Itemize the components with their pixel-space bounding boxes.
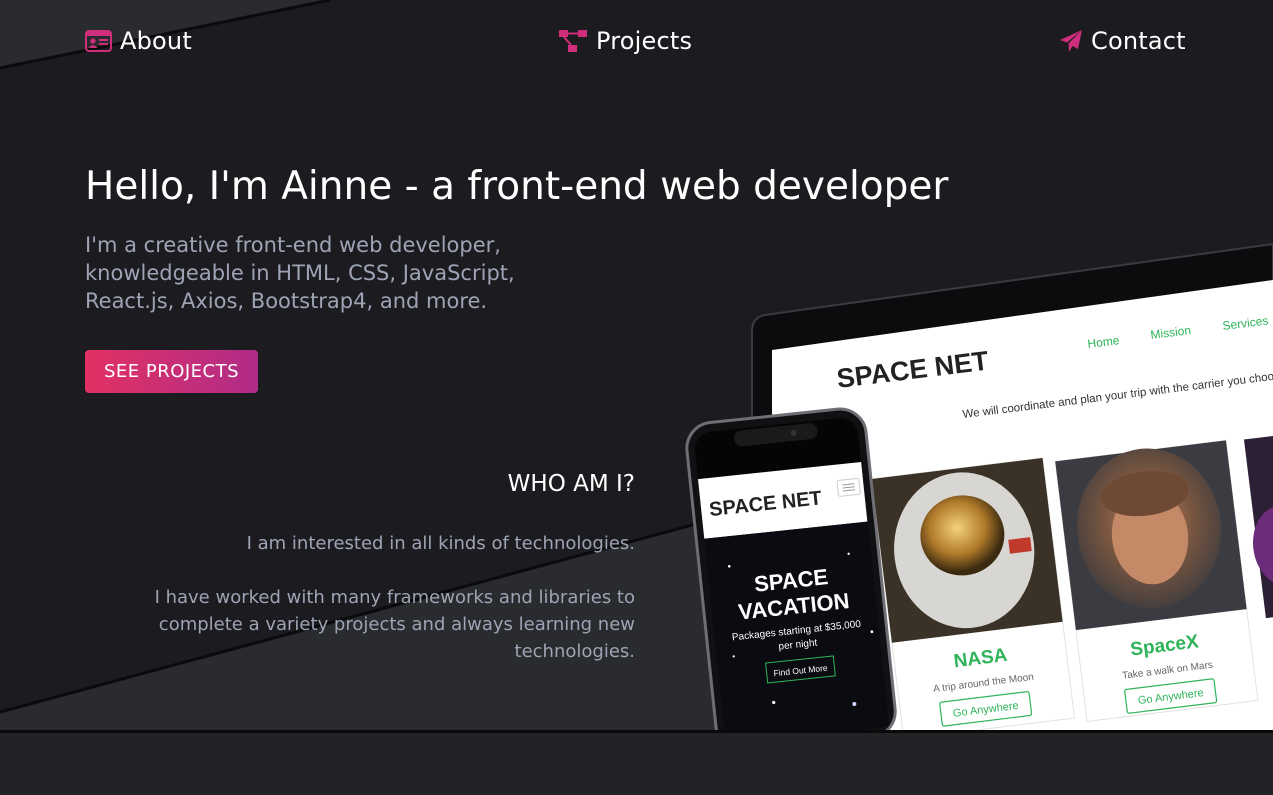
nav-about-label: About <box>120 27 192 55</box>
page-title: Hello, I'm Ainne - a front-end web devel… <box>85 164 949 209</box>
nav-about[interactable]: About <box>85 24 192 58</box>
about-heading: WHO AM I? <box>507 471 635 497</box>
nav-contact-label: Contact <box>1091 27 1186 55</box>
nav-projects[interactable]: Projects <box>558 24 692 58</box>
footer-section <box>0 730 1273 795</box>
laptop-card-spacex: SpaceX Take a walk on Mars Go Anywhere <box>1054 439 1259 722</box>
see-projects-button[interactable]: SEE PROJECTS <box>85 350 258 393</box>
nav-projects-label: Projects <box>596 27 693 55</box>
hero-section: SPACE NET Home Mission Services We will … <box>0 0 1273 730</box>
phone: SPACE NET SPACE VACATION Packages starti… <box>685 407 897 730</box>
about-paragraph-2: I have worked with many frameworks and l… <box>154 587 635 662</box>
laptop-card-nasa: NASA A trip around the Moon Go Anywhere <box>871 457 1076 730</box>
paper-plane-icon <box>1060 30 1082 52</box>
sitemap-icon <box>559 30 587 52</box>
nav-contact[interactable]: Contact <box>1059 24 1186 58</box>
about-paragraph-1: I am interested in all kinds of technolo… <box>246 533 635 554</box>
id-card-icon <box>85 30 112 52</box>
hero-subtitle: I'm a creative front-end web developer, … <box>85 233 515 313</box>
